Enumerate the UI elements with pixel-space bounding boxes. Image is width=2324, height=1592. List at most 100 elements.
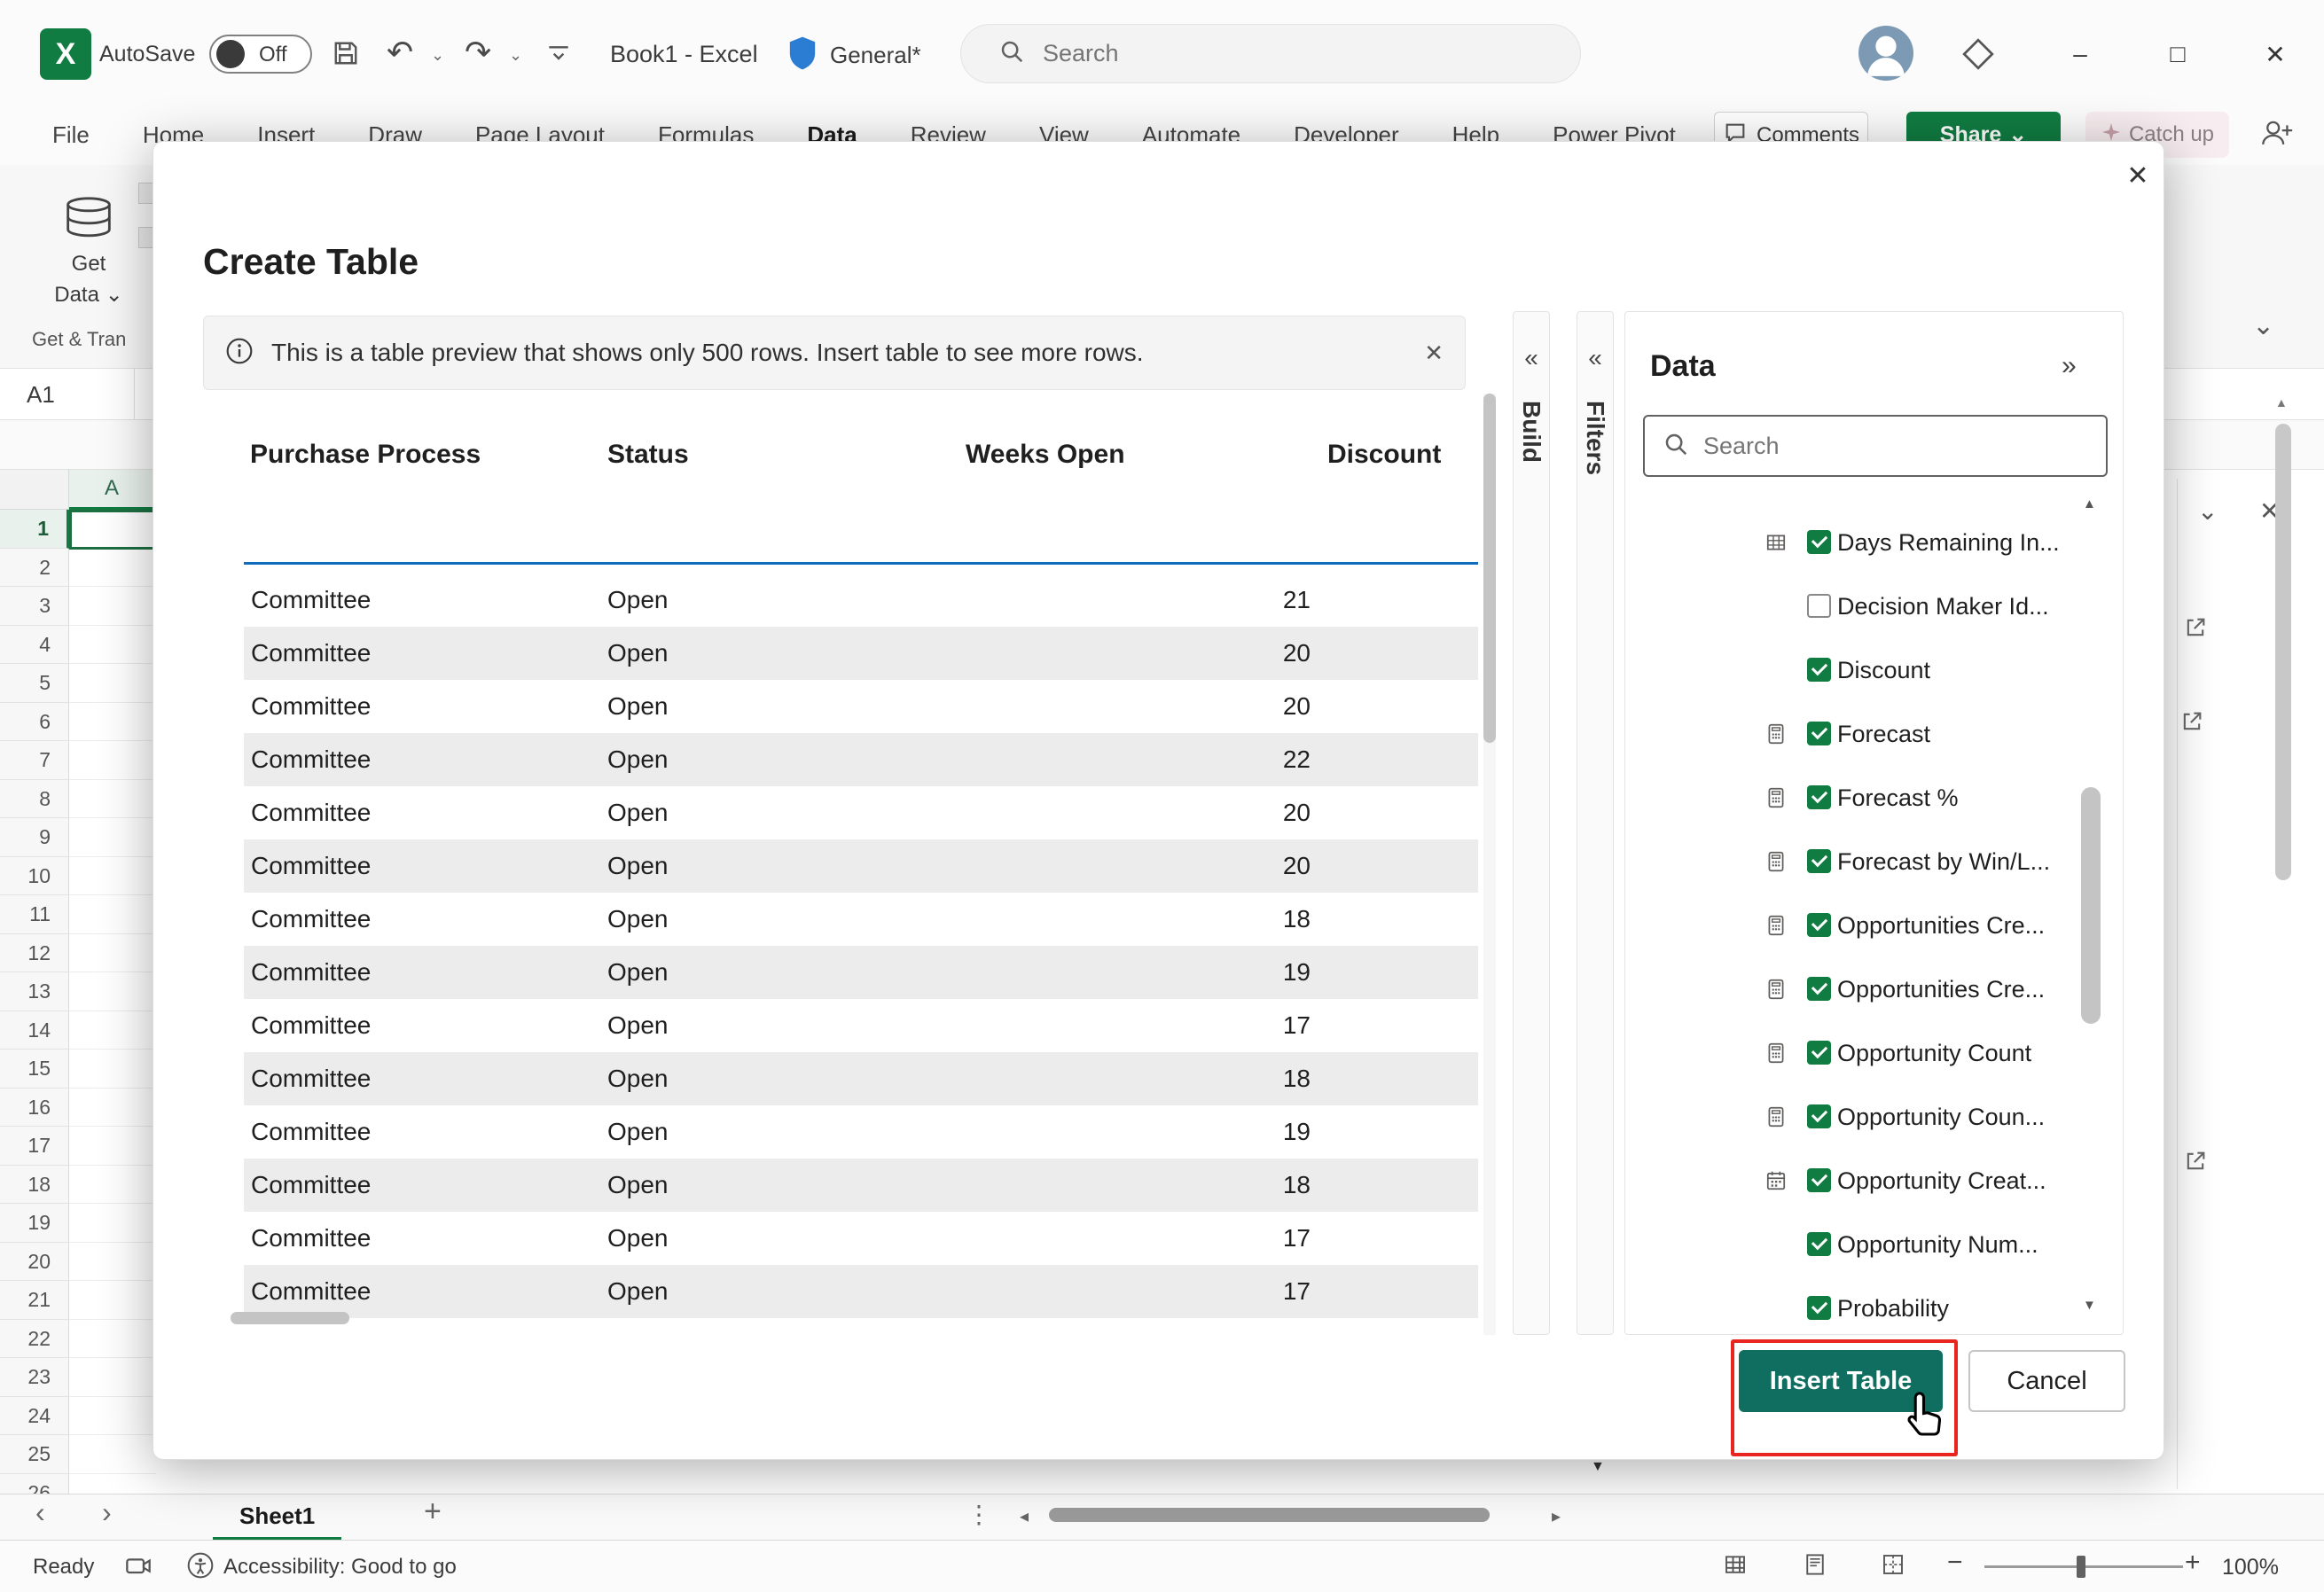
row-header-3[interactable]: 3: [0, 587, 69, 626]
data-search-box[interactable]: [1643, 415, 2108, 477]
view-page-layout-icon[interactable]: [1802, 1551, 1828, 1582]
field-item[interactable]: Opportunity Coun...: [1625, 1085, 2104, 1149]
preview-horizontal-scrollbar-thumb[interactable]: [231, 1312, 349, 1324]
next-sheet-arrow[interactable]: ›: [102, 1496, 112, 1529]
field-item[interactable]: Days Remaining In...: [1625, 511, 2104, 574]
zoom-slider-knob[interactable]: [2077, 1556, 2085, 1578]
field-item[interactable]: Opportunities Cre...: [1625, 894, 2104, 957]
cell-A19[interactable]: [69, 1204, 156, 1243]
list-scrollbar-thumb[interactable]: [2081, 787, 2101, 1024]
banner-close-icon[interactable]: ✕: [1424, 339, 1444, 367]
cell-A7[interactable]: [69, 741, 156, 780]
preview-column-header[interactable]: Discount: [1327, 440, 1441, 470]
dialog-close-icon[interactable]: ✕: [2117, 154, 2159, 197]
cell-A15[interactable]: [69, 1050, 156, 1089]
preview-vscroll-thumb[interactable]: [1483, 394, 1496, 743]
row-header-7[interactable]: 7: [0, 741, 69, 780]
accessibility-status[interactable]: Accessibility: Good to go: [223, 1555, 457, 1580]
sensitivity-shield-icon[interactable]: [787, 35, 818, 75]
row-header-17[interactable]: 17: [0, 1127, 69, 1166]
ribbon-tab-file[interactable]: File: [32, 115, 110, 158]
window-minimize-button[interactable]: –: [2031, 0, 2129, 108]
field-checkbox[interactable]: [1807, 785, 1831, 809]
field-checkbox[interactable]: [1807, 913, 1831, 937]
zoom-in-button[interactable]: +: [2185, 1548, 2201, 1578]
cell-A20[interactable]: [69, 1243, 156, 1282]
cell-A9[interactable]: [69, 818, 156, 857]
row-header-1[interactable]: 1: [0, 510, 69, 549]
get-data-button[interactable]: Get Data ⌄: [32, 176, 145, 328]
cell-A13[interactable]: [69, 972, 156, 1011]
row-header-13[interactable]: 13: [0, 972, 69, 1011]
popout-icon[interactable]: [2179, 709, 2204, 738]
zoom-out-button[interactable]: −: [1947, 1548, 1963, 1578]
cell-A17[interactable]: [69, 1127, 156, 1166]
field-checkbox[interactable]: [1807, 849, 1831, 873]
cell-A10[interactable]: [69, 857, 156, 896]
row-header-23[interactable]: 23: [0, 1358, 69, 1397]
cancel-button[interactable]: Cancel: [1968, 1350, 2125, 1412]
row-header-11[interactable]: 11: [0, 895, 69, 934]
cell-A21[interactable]: [69, 1281, 156, 1320]
scrollbar-up-arrow[interactable]: ▲: [2275, 395, 2288, 410]
avatar[interactable]: [1858, 26, 1913, 81]
row-header-4[interactable]: 4: [0, 626, 69, 665]
field-checkbox[interactable]: [1807, 658, 1831, 682]
row-header-16[interactable]: 16: [0, 1089, 69, 1128]
cell-A3[interactable]: [69, 587, 156, 626]
field-item[interactable]: Forecast by Win/L...: [1625, 830, 2104, 894]
window-maximize-button[interactable]: □: [2129, 0, 2226, 108]
row-header-12[interactable]: 12: [0, 934, 69, 973]
cell-A12[interactable]: [69, 934, 156, 973]
field-item[interactable]: Opportunity Num...: [1625, 1213, 2104, 1276]
filters-pane-collapsed[interactable]: « Filters: [1577, 311, 1614, 1335]
zoom-level[interactable]: 100%: [2222, 1555, 2279, 1580]
field-item[interactable]: Probability: [1625, 1276, 2104, 1335]
collapse-data-pane-icon[interactable]: »: [2062, 351, 2077, 381]
row-header-8[interactable]: 8: [0, 780, 69, 819]
field-checkbox[interactable]: [1807, 1296, 1831, 1320]
cell-A4[interactable]: [69, 626, 156, 665]
quick-access-more-icon[interactable]: [544, 39, 573, 72]
task-pane-collapse-icon[interactable]: ⌄: [2197, 496, 2218, 526]
row-header-20[interactable]: 20: [0, 1243, 69, 1282]
row-header-26[interactable]: 26: [0, 1474, 69, 1494]
hscroll-right-arrow[interactable]: ▸: [1552, 1505, 1561, 1527]
undo-chevron-icon[interactable]: ⌄: [431, 46, 444, 65]
expand-pane-icon[interactable]: «: [1588, 344, 1602, 372]
cell-A23[interactable]: [69, 1358, 156, 1397]
field-item[interactable]: Forecast %: [1625, 766, 2104, 830]
select-all-corner[interactable]: [0, 470, 69, 510]
sheet-options-icon[interactable]: ⋮: [966, 1500, 991, 1529]
sheet-tab-sheet1[interactable]: Sheet1: [213, 1494, 341, 1541]
row-header-18[interactable]: 18: [0, 1166, 69, 1205]
cell-A8[interactable]: [69, 780, 156, 819]
hscroll-left-arrow[interactable]: ◂: [1020, 1505, 1029, 1527]
diamond-icon[interactable]: [1961, 37, 1995, 75]
undo-icon[interactable]: ↶: [387, 34, 413, 71]
vertical-scrollbar-thumb[interactable]: [2275, 424, 2291, 880]
add-sheet-button[interactable]: +: [424, 1494, 442, 1529]
row-header-5[interactable]: 5: [0, 664, 69, 703]
field-item[interactable]: Opportunities Cre...: [1625, 957, 2104, 1021]
cell-A6[interactable]: [69, 703, 156, 742]
field-checkbox[interactable]: [1807, 722, 1831, 745]
cell-A5[interactable]: [69, 664, 156, 703]
titlebar-search[interactable]: [960, 24, 1581, 83]
preview-column-header[interactable]: Purchase Process: [250, 440, 481, 470]
search-input[interactable]: [1041, 39, 1488, 68]
previous-sheet-arrow[interactable]: ‹: [35, 1496, 45, 1529]
row-header-2[interactable]: 2: [0, 549, 69, 588]
build-pane-collapsed[interactable]: « Build: [1513, 311, 1550, 1335]
field-item[interactable]: Forecast: [1625, 702, 2104, 766]
field-item[interactable]: Discount: [1625, 638, 2104, 702]
window-close-button[interactable]: ✕: [2226, 0, 2324, 108]
data-search-input[interactable]: [1702, 432, 2042, 461]
ribbon-collapse-icon[interactable]: ⌄: [2252, 310, 2274, 341]
cell-A11[interactable]: [69, 895, 156, 934]
cell-A14[interactable]: [69, 1011, 156, 1050]
cell-A2[interactable]: [69, 549, 156, 588]
save-icon[interactable]: [330, 37, 362, 74]
list-scroll-up-arrow[interactable]: ▲: [2083, 496, 2096, 511]
row-header-9[interactable]: 9: [0, 818, 69, 857]
